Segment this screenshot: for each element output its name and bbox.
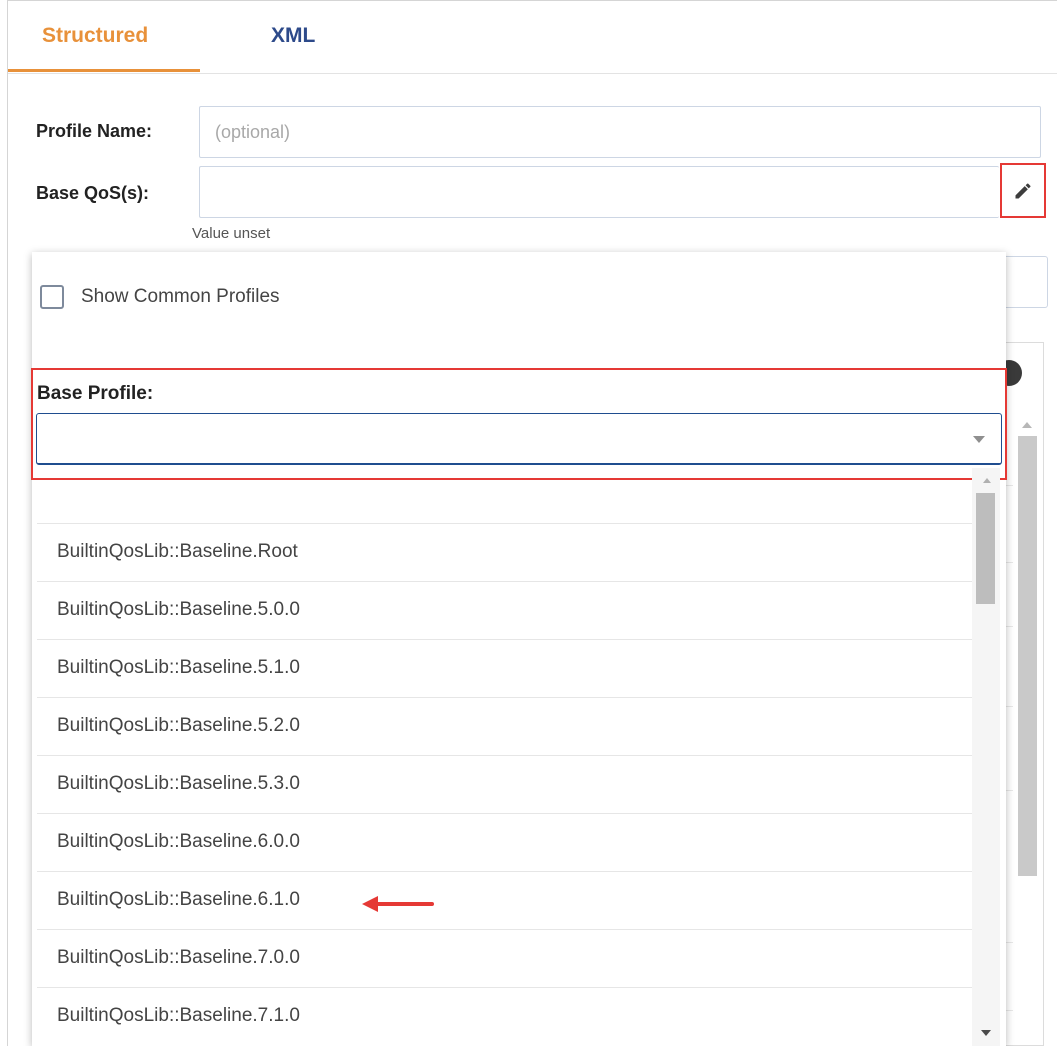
profile-name-input[interactable] <box>199 106 1041 158</box>
list-item[interactable]: BuiltinQosLib::Baseline.5.1.0 <box>37 639 972 696</box>
base-profile-select[interactable] <box>36 413 1002 465</box>
list-item[interactable]: BuiltinQosLib::Baseline.7.1.0 <box>37 987 972 1044</box>
list-item[interactable]: BuiltinQosLib::Baseline.5.0.0 <box>37 581 972 638</box>
base-profile-options: BuiltinQosLib::Baseline.Root BuiltinQosL… <box>37 481 972 1046</box>
list-item[interactable]: BuiltinQosLib::Baseline.5.2.0 <box>37 697 972 754</box>
scroll-thumb[interactable] <box>976 493 995 604</box>
background-scroll-up-icon <box>1022 422 1032 428</box>
list-item[interactable]: BuiltinQosLib::Baseline.5.3.0 <box>37 755 972 812</box>
edit-base-qos-button[interactable] <box>1000 163 1046 218</box>
active-tab-indicator <box>8 69 200 72</box>
scroll-down-icon[interactable] <box>981 1030 991 1036</box>
scroll-up-icon[interactable] <box>983 478 991 483</box>
base-profile-label: Base Profile: <box>37 383 154 404</box>
annotation-arrow-icon <box>362 896 434 912</box>
base-qos-hint: Value unset <box>192 225 271 242</box>
profile-name-label: Profile Name: <box>36 121 153 141</box>
show-common-profiles-checkbox[interactable] <box>40 285 64 309</box>
background-scrollbar <box>1018 436 1037 876</box>
tab-xml[interactable]: XML <box>271 24 315 48</box>
base-qos-input[interactable] <box>199 166 999 218</box>
list-item-highlighted[interactable]: BuiltinQosLib::Baseline.6.1.0 <box>37 871 972 928</box>
pencil-icon <box>1015 182 1031 198</box>
list-item[interactable]: BuiltinQosLib::Baseline.7.0.0 <box>37 929 972 986</box>
tab-structured[interactable]: Structured <box>42 24 148 48</box>
base-qos-label: Base QoS(s): <box>36 183 150 203</box>
tab-bar: Structured XML <box>8 0 1057 74</box>
list-item[interactable]: BuiltinQosLib::Baseline.Root <box>37 523 972 580</box>
show-common-profiles-label[interactable]: Show Common Profiles <box>81 286 280 308</box>
chevron-down-icon <box>973 436 985 443</box>
background-field-edge <box>1000 256 1048 308</box>
list-item[interactable]: BuiltinQosLib::Baseline.6.0.0 <box>37 813 972 870</box>
